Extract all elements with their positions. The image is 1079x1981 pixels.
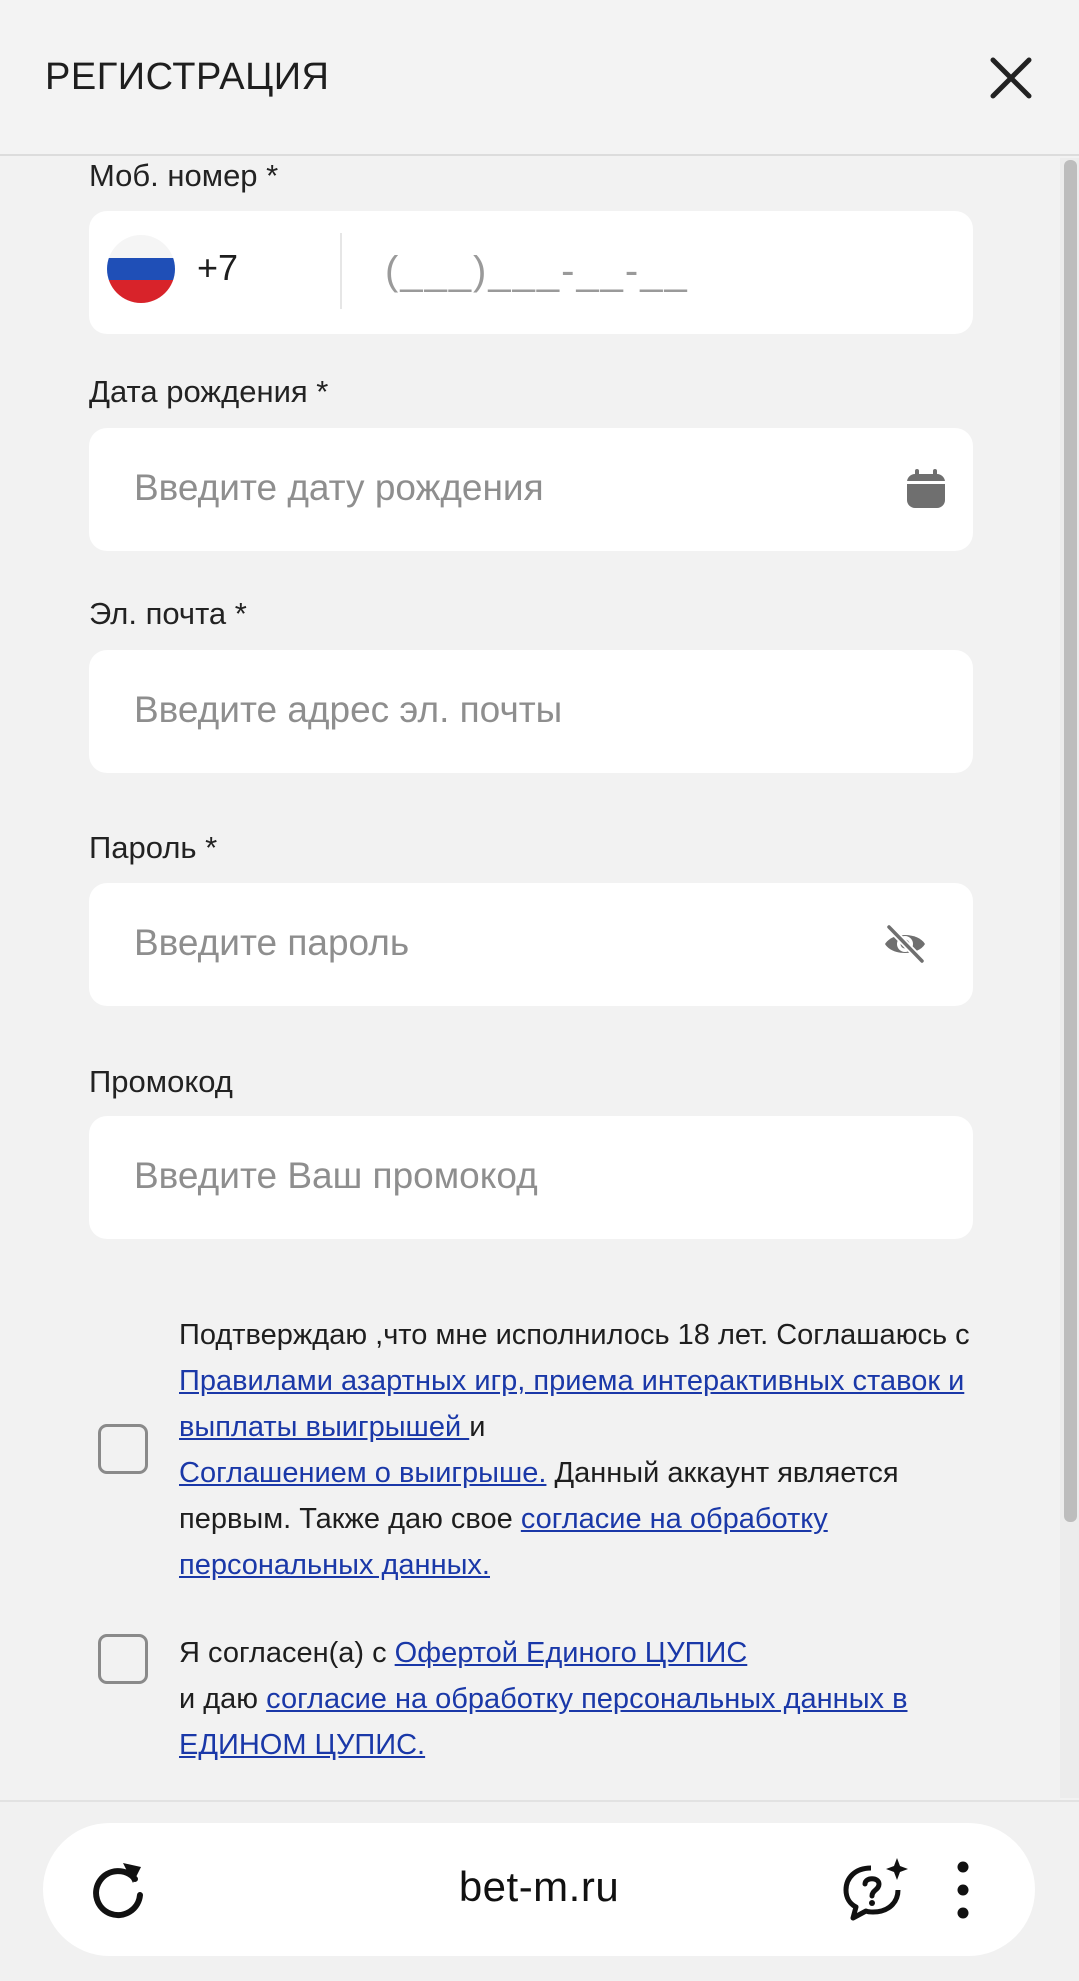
close-icon[interactable]	[985, 52, 1037, 104]
password-input[interactable]: Введите пароль	[134, 922, 409, 964]
promo-input[interactable]: Введите Ваш промокод	[134, 1155, 538, 1197]
password-field[interactable]: Введите пароль	[89, 883, 973, 1006]
winnings-agreement-link[interactable]: Соглашением о выигрыше.	[179, 1457, 546, 1489]
consent-text: Подтверждаю ,что мне исполнилось 18 лет.…	[179, 1319, 970, 1351]
phone-field[interactable]: +7 (___)___-__-__	[89, 211, 973, 334]
age-consent-checkbox[interactable]	[98, 1424, 148, 1474]
gambling-rules-link[interactable]: Правилами азартных игр, приема интеракти…	[179, 1365, 964, 1443]
page-title: РЕГИСТРАЦИЯ	[45, 56, 330, 98]
consent-text: и	[469, 1411, 486, 1443]
cupis-personal-data-link[interactable]: согласие на обработку персональных данны…	[179, 1683, 908, 1761]
divider	[340, 233, 342, 309]
email-input[interactable]: Введите адрес эл. почты	[134, 689, 562, 731]
promo-field[interactable]: Введите Ваш промокод	[89, 1116, 973, 1239]
country-code[interactable]: +7	[197, 247, 238, 289]
consent-text: Я согласен(а) с	[179, 1637, 395, 1669]
eye-off-icon[interactable]	[882, 921, 928, 967]
cupis-offer-link[interactable]: Офертой Единого ЦУПИС	[395, 1637, 748, 1669]
email-field[interactable]: Введите адрес эл. почты	[89, 650, 973, 773]
birthdate-input[interactable]: Введите дату рождения	[134, 467, 544, 509]
consent-text: и даю	[179, 1683, 267, 1715]
cupis-consent-text: Я согласен(а) с Офертой Единого ЦУПИС и д…	[179, 1630, 979, 1768]
phone-label: Моб. номер *	[89, 158, 279, 193]
birthdate-field[interactable]: Введите дату рождения	[89, 428, 973, 551]
cupis-consent-checkbox[interactable]	[98, 1634, 148, 1684]
modal-header: РЕГИСТРАЦИЯ	[0, 0, 1079, 156]
birthdate-label: Дата рождения *	[89, 374, 329, 409]
promo-label: Промокод	[89, 1064, 233, 1099]
russia-flag-icon[interactable]	[107, 235, 175, 303]
email-label: Эл. почта *	[89, 596, 247, 631]
phone-input[interactable]: (___)___-__-__	[385, 249, 689, 294]
calendar-icon[interactable]	[903, 466, 949, 512]
address-bar[interactable]: bet-m.ru	[43, 1823, 1035, 1956]
more-vertical-icon[interactable]	[948, 1857, 978, 1923]
password-label: Пароль *	[89, 830, 218, 865]
ai-assistant-icon[interactable]	[841, 1856, 911, 1926]
scrollbar-thumb[interactable]	[1064, 160, 1077, 1522]
age-consent-text: Подтверждаю ,что мне исполнилось 18 лет.…	[179, 1312, 979, 1588]
